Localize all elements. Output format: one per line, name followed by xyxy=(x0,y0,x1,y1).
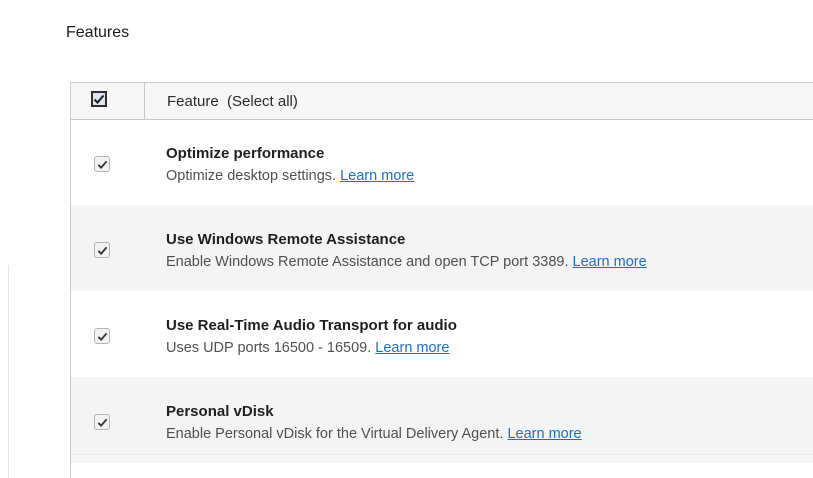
feature-description: Optimize desktop settings. Learn more xyxy=(166,168,414,184)
feature-title: Personal vDisk xyxy=(166,403,274,420)
feature-description-text: Uses UDP ports 16500 - 16509. xyxy=(166,340,372,356)
feature-description: Enable Windows Remote Assistance and ope… xyxy=(166,254,647,270)
personal-vdisk-checkbox[interactable] xyxy=(94,414,110,430)
feature-row-windows-remote-assistance: Use Windows Remote Assistance Enable Win… xyxy=(71,205,813,291)
checkmark-icon xyxy=(97,418,107,427)
section-title: Features xyxy=(66,24,130,41)
feature-title: Use Real-Time Audio Transport for audio xyxy=(166,317,457,334)
feature-column-header[interactable]: Feature (Select all) xyxy=(167,93,298,110)
feature-row-real-time-audio: Use Real-Time Audio Transport for audio … xyxy=(71,291,813,377)
select-all-checkbox[interactable] xyxy=(91,91,107,107)
feature-title: Optimize performance xyxy=(166,145,325,162)
feature-row-optimize-performance: Optimize performance Optimize desktop se… xyxy=(71,119,813,205)
learn-more-link[interactable]: Learn more xyxy=(375,340,449,356)
feature-description: Uses UDP ports 16500 - 16509. Learn more xyxy=(166,340,449,356)
optimize-performance-checkbox[interactable] xyxy=(94,156,110,172)
learn-more-link[interactable]: Learn more xyxy=(573,254,647,270)
feature-description: Enable Personal vDisk for the Virtual De… xyxy=(166,426,582,442)
feature-title: Use Windows Remote Assistance xyxy=(166,231,406,248)
window-edge-line xyxy=(8,265,9,478)
learn-more-link[interactable]: Learn more xyxy=(340,168,414,184)
feature-description-text: Enable Personal vDisk for the Virtual De… xyxy=(166,426,504,442)
column-divider xyxy=(144,83,145,119)
checkmark-icon xyxy=(97,160,107,169)
real-time-audio-checkbox[interactable] xyxy=(94,328,110,344)
feature-row-personal-vdisk: Personal vDisk Enable Personal vDisk for… xyxy=(71,377,813,463)
feature-description-text: Optimize desktop settings. xyxy=(166,168,337,184)
checkmark-icon xyxy=(97,332,107,341)
table-bottom-divider xyxy=(71,454,813,455)
checkmark-icon xyxy=(97,246,107,255)
table-header: Feature (Select all) xyxy=(71,82,813,120)
features-table: Feature (Select all) Optimize performanc… xyxy=(70,82,813,478)
feature-description-text: Enable Windows Remote Assistance and ope… xyxy=(166,254,569,270)
learn-more-link[interactable]: Learn more xyxy=(507,426,581,442)
windows-remote-assistance-checkbox[interactable] xyxy=(94,242,110,258)
checkmark-icon xyxy=(93,94,105,104)
